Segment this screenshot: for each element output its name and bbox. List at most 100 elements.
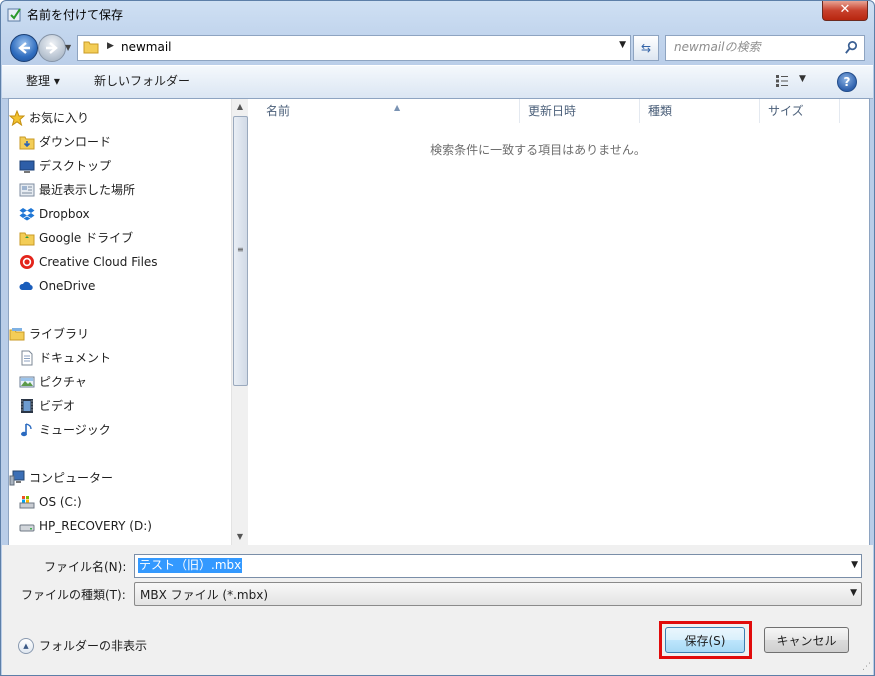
recent-places-icon <box>19 183 35 197</box>
column-header-date[interactable]: 更新日時 <box>520 99 640 123</box>
forward-button[interactable] <box>38 34 66 62</box>
videos-icon <box>21 399 33 413</box>
nav-favorites-label: お気に入り <box>29 111 90 125</box>
nav-item-pictures[interactable]: ピクチャ <box>19 372 87 392</box>
organize-button[interactable]: 整理 ▾ <box>26 72 60 89</box>
documents-icon <box>21 350 33 366</box>
downloads-folder-icon <box>19 136 35 150</box>
new-folder-button[interactable]: 新しいフォルダー <box>94 72 190 89</box>
google-drive-folder-icon <box>19 232 35 246</box>
nav-item-label: デスクトップ <box>39 159 112 173</box>
back-arrow-icon <box>18 42 30 54</box>
music-icon <box>21 423 32 437</box>
scrollbar-thumb[interactable]: ≡ <box>233 116 248 386</box>
creative-cloud-icon <box>20 255 34 269</box>
nav-item-label: OS (C:) <box>39 495 82 509</box>
nav-item-downloads[interactable]: ダウンロード <box>19 132 112 152</box>
filetype-dropdown-icon[interactable]: ▼ <box>850 588 857 598</box>
view-options-icon[interactable] <box>775 74 789 88</box>
nav-computer-label: コンピューター <box>29 471 114 485</box>
search-icon <box>845 41 858 54</box>
nav-item-documents[interactable]: ドキュメント <box>21 348 112 368</box>
address-bar[interactable]: ▶ newmail ▼ <box>77 35 631 61</box>
address-dropdown-icon[interactable]: ▼ <box>619 40 626 50</box>
dropbox-icon <box>19 208 35 221</box>
computer-icon <box>9 470 25 486</box>
collapse-up-icon: ▲ <box>18 638 34 654</box>
nav-libraries-label: ライブラリ <box>29 327 90 341</box>
search-input[interactable] <box>674 40 834 54</box>
file-list: 名前 ▲ 更新日時 種類 サイズ 検索条件に一致する項目はありません。 <box>248 99 869 545</box>
filename-value[interactable]: テスト（旧）.mbx <box>138 558 243 573</box>
library-icon <box>9 328 25 341</box>
nav-libraries[interactable]: ライブラリ <box>9 324 90 344</box>
nav-pane-scrollbar[interactable]: ▲ ≡ ▼ <box>231 99 248 545</box>
window-title: 名前を付けて保存 <box>27 8 124 22</box>
nav-item-dropbox[interactable]: Dropbox <box>19 204 90 224</box>
nav-item-label: Google ドライブ <box>39 231 134 245</box>
hide-folders-toggle[interactable]: ▲ フォルダーの非表示 <box>18 637 147 654</box>
star-icon <box>9 110 25 126</box>
nav-item-recent-places[interactable]: 最近表示した場所 <box>19 180 136 200</box>
nav-item-label: ダウンロード <box>39 135 112 149</box>
navigation-pane: お気に入り ダウンロード デスクトップ 最近表示した場所 Dropbox Goo… <box>9 99 231 545</box>
help-icon[interactable]: ? <box>837 72 857 92</box>
column-header-name[interactable]: 名前 ▲ <box>258 99 520 123</box>
nav-item-creative-cloud[interactable]: Creative Cloud Files <box>20 252 158 272</box>
folder-icon <box>83 41 99 54</box>
filename-dropdown-icon[interactable]: ▼ <box>851 560 858 570</box>
filename-label: ファイル名(N): <box>44 560 127 574</box>
nav-item-label: 最近表示した場所 <box>39 183 136 197</box>
search-box[interactable] <box>665 35 865 61</box>
filename-field[interactable]: テスト（旧）.mbx ▼ <box>134 554 862 578</box>
refresh-button[interactable]: ⇆ <box>633 35 659 61</box>
nav-item-label: ピクチャ <box>39 375 87 389</box>
nav-item-videos[interactable]: ビデオ <box>21 396 76 416</box>
cancel-button[interactable]: キャンセル <box>764 627 849 653</box>
breadcrumb-current[interactable]: newmail <box>121 40 172 54</box>
nav-computer[interactable]: コンピューター <box>9 468 114 488</box>
back-button[interactable] <box>10 34 38 62</box>
nav-item-music[interactable]: ミュージック <box>21 420 111 440</box>
nav-item-google-drive[interactable]: Google ドライブ <box>19 228 134 248</box>
system-drive-icon <box>19 496 35 509</box>
empty-list-message: 検索条件に一致する項目はありません。 <box>430 143 646 157</box>
scroll-up-icon[interactable]: ▲ <box>232 99 248 115</box>
filetype-value: MBX ファイル (*.mbx) <box>140 588 269 602</box>
column-header-type[interactable]: 種類 <box>640 99 760 123</box>
resize-grip-icon[interactable]: ⋰ <box>862 662 871 672</box>
nav-item-label: HP_RECOVERY (D:) <box>39 519 152 533</box>
sort-ascending-icon: ▲ <box>394 103 401 112</box>
filetype-label: ファイルの種類(T): <box>21 588 126 602</box>
navigation-bar: ▼ ▶ newmail ▼ ⇆ <box>1 31 874 63</box>
nav-item-onedrive[interactable]: OneDrive <box>19 276 96 296</box>
save-as-dialog: 名前を付けて保存 ✕ ▼ ▶ newmail ▼ ⇆ 整理 ▾ 新しいフォルダー <box>0 0 875 676</box>
nav-item-drive-d[interactable]: HP_RECOVERY (D:) <box>19 516 152 536</box>
nav-favorites[interactable]: お気に入り <box>9 108 90 128</box>
nav-item-label: OneDrive <box>39 279 96 293</box>
nav-item-label: ミュージック <box>39 423 111 437</box>
title-bar[interactable]: 名前を付けて保存 ✕ <box>1 1 874 29</box>
dialog-icon <box>7 8 21 22</box>
column-header-size[interactable]: サイズ <box>760 99 840 123</box>
scroll-down-icon[interactable]: ▼ <box>232 529 248 545</box>
command-toolbar: 整理 ▾ 新しいフォルダー ▼ ? <box>2 65 873 99</box>
nav-item-desktop[interactable]: デスクトップ <box>19 156 112 176</box>
pictures-icon <box>19 376 35 388</box>
refresh-icon: ⇆ <box>640 41 652 55</box>
nav-item-label: ビデオ <box>39 399 76 413</box>
nav-item-drive-c[interactable]: OS (C:) <box>19 492 82 512</box>
breadcrumb-separator-icon[interactable]: ▶ <box>107 41 114 51</box>
nav-item-label: ドキュメント <box>39 351 112 365</box>
grip-icon: ≡ <box>237 245 244 254</box>
recent-locations-dropdown-icon[interactable]: ▼ <box>65 43 75 53</box>
column-name-label: 名前 <box>266 104 291 118</box>
save-button[interactable]: 保存(S) <box>665 627 745 653</box>
view-dropdown-icon[interactable]: ▼ <box>799 74 806 84</box>
forward-arrow-icon <box>46 42 58 54</box>
filetype-select[interactable]: MBX ファイル (*.mbx) ▼ <box>134 582 862 606</box>
nav-item-label: Creative Cloud Files <box>39 255 158 269</box>
onedrive-icon <box>19 281 33 290</box>
drive-icon <box>19 524 35 532</box>
close-button[interactable]: ✕ <box>822 1 868 21</box>
